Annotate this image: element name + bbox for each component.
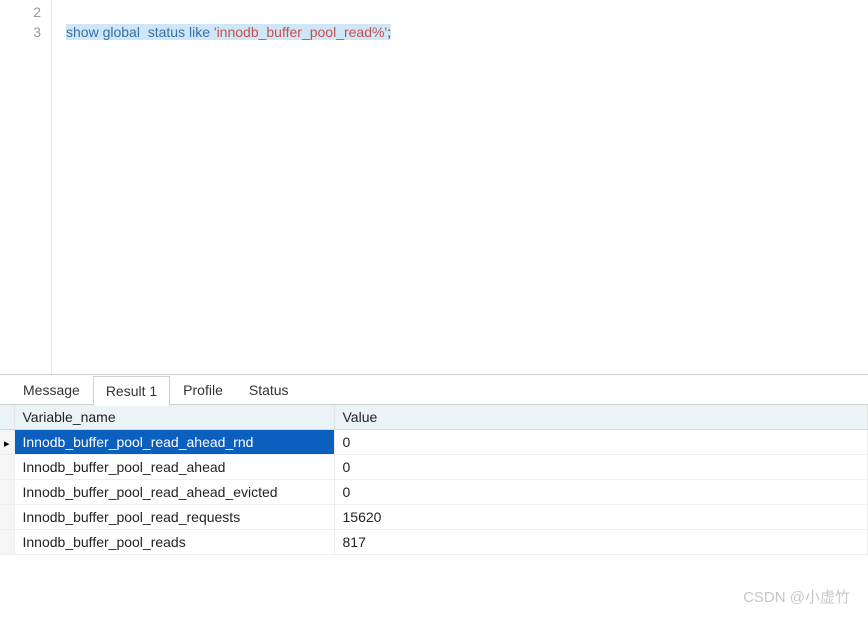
tab-profile[interactable]: Profile	[170, 375, 236, 405]
column-header-value[interactable]: Value	[334, 405, 868, 430]
gutter: 23	[0, 0, 52, 374]
results-body: ▸Innodb_buffer_pool_read_ahead_rnd0Innod…	[0, 430, 868, 555]
cursor-arrow-icon: ▸	[4, 438, 10, 450]
table-header-row: Variable_name Value	[0, 405, 868, 430]
code-area[interactable]: show global status like 'innodb_buffer_p…	[52, 0, 868, 374]
row-indicator-header	[0, 405, 14, 430]
tab-message[interactable]: Message	[10, 375, 93, 405]
cell-variable-name[interactable]: Innodb_buffer_pool_read_ahead_evicted	[14, 480, 334, 505]
row-indicator	[0, 480, 14, 505]
result-tabs: MessageResult 1ProfileStatus	[0, 375, 868, 405]
table-row[interactable]: Innodb_buffer_pool_read_ahead0	[0, 455, 868, 480]
cell-variable-name[interactable]: Innodb_buffer_pool_reads	[14, 530, 334, 555]
cell-variable-name[interactable]: Innodb_buffer_pool_read_ahead	[14, 455, 334, 480]
row-indicator	[0, 505, 14, 530]
gutter-line: 3	[0, 22, 51, 42]
cell-value[interactable]: 15620	[334, 505, 868, 530]
table-row[interactable]: Innodb_buffer_pool_reads817	[0, 530, 868, 555]
cell-value[interactable]: 0	[334, 480, 868, 505]
tab-status[interactable]: Status	[236, 375, 302, 405]
watermark: CSDN @小虚竹	[743, 586, 850, 607]
row-indicator: ▸	[0, 430, 14, 455]
table-row[interactable]: Innodb_buffer_pool_read_ahead_evicted0	[0, 480, 868, 505]
tab-result-1[interactable]: Result 1	[93, 376, 170, 406]
cell-variable-name[interactable]: Innodb_buffer_pool_read_ahead_rnd	[14, 430, 334, 455]
results-table: Variable_name Value ▸ Innodb_buffer_pool_…	[0, 405, 868, 555]
code-line[interactable]	[66, 2, 868, 22]
cell-value[interactable]: 0	[334, 430, 868, 455]
row-indicator	[0, 455, 14, 480]
table-row[interactable]: Innodb_buffer_pool_read_requests15620	[0, 505, 868, 530]
cell-value[interactable]: 0	[334, 455, 868, 480]
cell-value[interactable]: 817	[334, 530, 868, 555]
row-indicator	[0, 530, 14, 555]
code-line[interactable]: show global status like 'innodb_buffer_p…	[66, 22, 868, 42]
gutter-line: 2	[0, 2, 51, 22]
table-row[interactable]: ▸ Innodb_buffer_pool_read_ahead_rnd0	[0, 430, 868, 455]
cell-variable-name[interactable]: Innodb_buffer_pool_read_requests	[14, 505, 334, 530]
column-header-variable[interactable]: Variable_name	[14, 405, 334, 430]
sql-editor: 23 show global status like 'innodb_buffe…	[0, 0, 868, 375]
